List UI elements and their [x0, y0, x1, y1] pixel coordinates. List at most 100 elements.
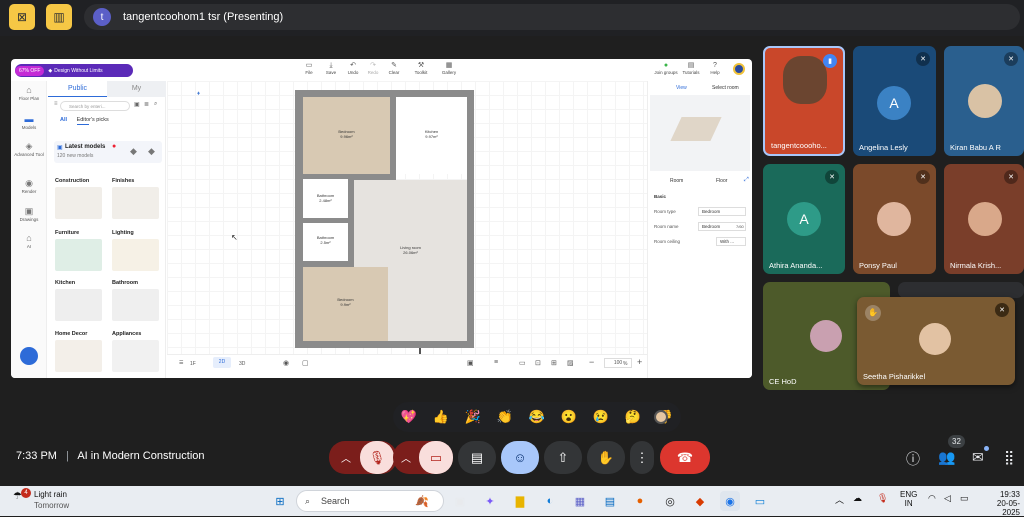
participant-tile-angelina[interactable]: A ✕ Angelina Lesly [853, 46, 936, 156]
camera-off-button[interactable]: ▭ [419, 441, 453, 474]
layers-icon[interactable]: ☰ [179, 360, 183, 366]
reaction-clap[interactable]: 👏 [497, 409, 513, 425]
captions-button[interactable]: ▤ [458, 441, 496, 474]
tab-view[interactable]: View [676, 85, 687, 91]
wifi-icon[interactable]: ◠ [928, 493, 936, 504]
expand-icon[interactable]: ⤢ [744, 177, 749, 184]
tab-room[interactable]: Room [670, 178, 683, 184]
camera-options-chevron-icon[interactable]: ︿ [393, 450, 419, 465]
rail-floor-plan[interactable]: ⌂ Floor Plan [13, 85, 45, 101]
activities-icon[interactable]: ⊠ [9, 4, 35, 30]
room-bathroom-1[interactable]: Bathroom 2.48m² [303, 179, 348, 220]
save-tool[interactable]: ⤓ Save [320, 62, 342, 75]
tab-public[interactable]: Public [48, 81, 107, 97]
ruler-icon[interactable]: ≡ [494, 359, 498, 366]
filter-all[interactable]: All [60, 117, 67, 123]
camera-search-icon[interactable]: ▣ [134, 101, 140, 108]
participant-tile-nirmala[interactable]: ✕ Nirmala Krish... [944, 164, 1024, 274]
3d-preview[interactable] [650, 95, 750, 171]
dell-icon[interactable]: ◎ [660, 491, 680, 511]
category-home-decor[interactable]: Home Decor [51, 330, 106, 376]
more-options-button[interactable]: ⋮ [630, 441, 654, 474]
filter-editors-picks[interactable]: Editor's picks [77, 117, 109, 123]
mic-options-chevron-icon[interactable]: ︿ [332, 450, 360, 465]
participant-tile-ponsy[interactable]: ✕ Ponsy Paul [853, 164, 936, 274]
latest-models-banner[interactable]: ▣ Latest models ● 120 new models ◆ ◆ [54, 141, 162, 163]
join-groups[interactable]: ● Join groups [652, 62, 680, 75]
eye-icon[interactable]: ◉ [283, 359, 289, 367]
activities-grid-icon[interactable]: ⣿ [1004, 449, 1014, 466]
participant-tile-athira[interactable]: A ✕ Athira Ananda... [763, 164, 845, 274]
firefox-icon[interactable]: ● [630, 491, 650, 511]
image-icon[interactable]: ▨ [567, 359, 574, 367]
edge-icon[interactable]: ◐ [540, 491, 560, 511]
microphone-icon[interactable]: 🎙 [877, 493, 888, 504]
reaction-laugh[interactable]: 😂 [529, 409, 545, 425]
tab-select-room[interactable]: Select room [712, 85, 739, 91]
clock[interactable]: 19:33 20-05-2025 [980, 490, 1020, 517]
exit-building-icon[interactable]: ▥ [46, 4, 72, 30]
floor-select[interactable]: 1F [190, 361, 196, 367]
floor-plan-canvas[interactable]: ♦ ↖ Bedroom 9.96m² Kitchen 9.97m² Bathroom… [167, 81, 657, 358]
rail-render[interactable]: ◉ Render [13, 178, 45, 194]
leave-call-button[interactable]: ☎ [660, 441, 710, 474]
focus-icon[interactable]: ⊞ [551, 359, 557, 367]
rail-advanced-tool[interactable]: ◈ Advanced Tool [13, 141, 45, 157]
language-indicator[interactable]: ENG IN [900, 490, 917, 508]
mic-off-button[interactable]: 🎙 [360, 441, 394, 474]
category-furniture[interactable]: Furniture [51, 229, 106, 275]
room-bathroom-2[interactable]: Bathroom 2.5m² [303, 223, 348, 261]
participant-tile-presenter[interactable]: ▮ tangentcoooho... [763, 46, 845, 156]
presentation-app-icon[interactable]: ▭ [750, 491, 770, 511]
category-construction[interactable]: Construction [51, 177, 106, 223]
zoom-out-button[interactable]: − [589, 357, 594, 367]
present-button[interactable]: ⇧ [544, 441, 582, 474]
participant-tile-seetha[interactable]: ✋ ✕ Seetha Pisharikkel [857, 297, 1015, 385]
lock-icon[interactable]: ▣ [467, 359, 474, 367]
file-explorer-icon[interactable]: ▇ [510, 491, 530, 511]
category-bathroom[interactable]: Bathroom [108, 279, 163, 325]
reaction-party[interactable]: 🎉 [465, 409, 481, 425]
promo-banner[interactable]: 67% OFF ◆ Design Without Limits [15, 64, 133, 77]
presenting-pill[interactable]: t tangentcoohom1 tsr (Presenting) [84, 4, 1020, 30]
tutorials[interactable]: ▤ Tutorials [680, 62, 702, 75]
category-finishes[interactable]: Finishes [108, 177, 163, 223]
room-kitchen[interactable]: Kitchen 9.97m² [396, 97, 467, 174]
people-icon[interactable]: 👥 [938, 449, 955, 466]
category-appliances[interactable]: Appliances [108, 330, 163, 376]
gallery-tool[interactable]: ▦ Gallery [438, 62, 460, 75]
cloud-icon[interactable]: ☁ [853, 493, 862, 504]
redo-tool[interactable]: ↷ Redo [362, 62, 384, 75]
chat-icon[interactable]: ✉ [972, 449, 984, 466]
reaction-thumbs-up[interactable]: 👍 [433, 409, 449, 425]
chrome-icon[interactable]: ◉ [720, 491, 740, 511]
room-type-select[interactable]: Bedroom [698, 207, 746, 216]
file-tool[interactable]: ▭ File [298, 62, 320, 75]
reaction-heart[interactable]: 💖 [401, 409, 417, 425]
undo-tool[interactable]: ↶ Undo [342, 62, 364, 75]
category-kitchen[interactable]: Kitchen [51, 279, 106, 325]
rail-ai[interactable]: ⌂ AI [13, 233, 45, 249]
fit-icon[interactable]: ⊡ [535, 359, 541, 367]
participant-tile-kiran[interactable]: ✕ Kiran Babu A R [944, 46, 1024, 156]
tab-floor[interactable]: Floor [716, 178, 727, 184]
library-search-input[interactable]: Search by enteri... [60, 101, 130, 111]
filter-icon[interactable]: ≡ [54, 101, 58, 107]
tab-my[interactable]: My [107, 81, 166, 97]
help[interactable]: ? Help [704, 62, 726, 75]
reaction-sad[interactable]: 😢 [593, 409, 609, 425]
reaction-thinking[interactable]: 🤔 [625, 409, 641, 425]
screenshot-icon[interactable]: ▭ [519, 359, 526, 367]
skin-tone-picker[interactable] [654, 410, 668, 424]
assistant-icon[interactable] [20, 347, 38, 365]
search-icon[interactable]: ⌕ [154, 101, 157, 108]
info-icon[interactable]: ⓘ [906, 449, 920, 469]
mode-3d[interactable]: 3D [239, 361, 245, 367]
zoom-in-button[interactable]: + [637, 357, 642, 367]
grid-icon[interactable]: ▢ [302, 359, 309, 367]
weather-title[interactable]: Light rain [34, 490, 67, 499]
teams-icon[interactable]: ▦ [570, 491, 590, 511]
category-lighting[interactable]: Lighting [108, 229, 163, 275]
task-view-icon[interactable]: ▣ [450, 491, 470, 511]
search-highlight-icon[interactable]: 🍂 [412, 491, 432, 511]
